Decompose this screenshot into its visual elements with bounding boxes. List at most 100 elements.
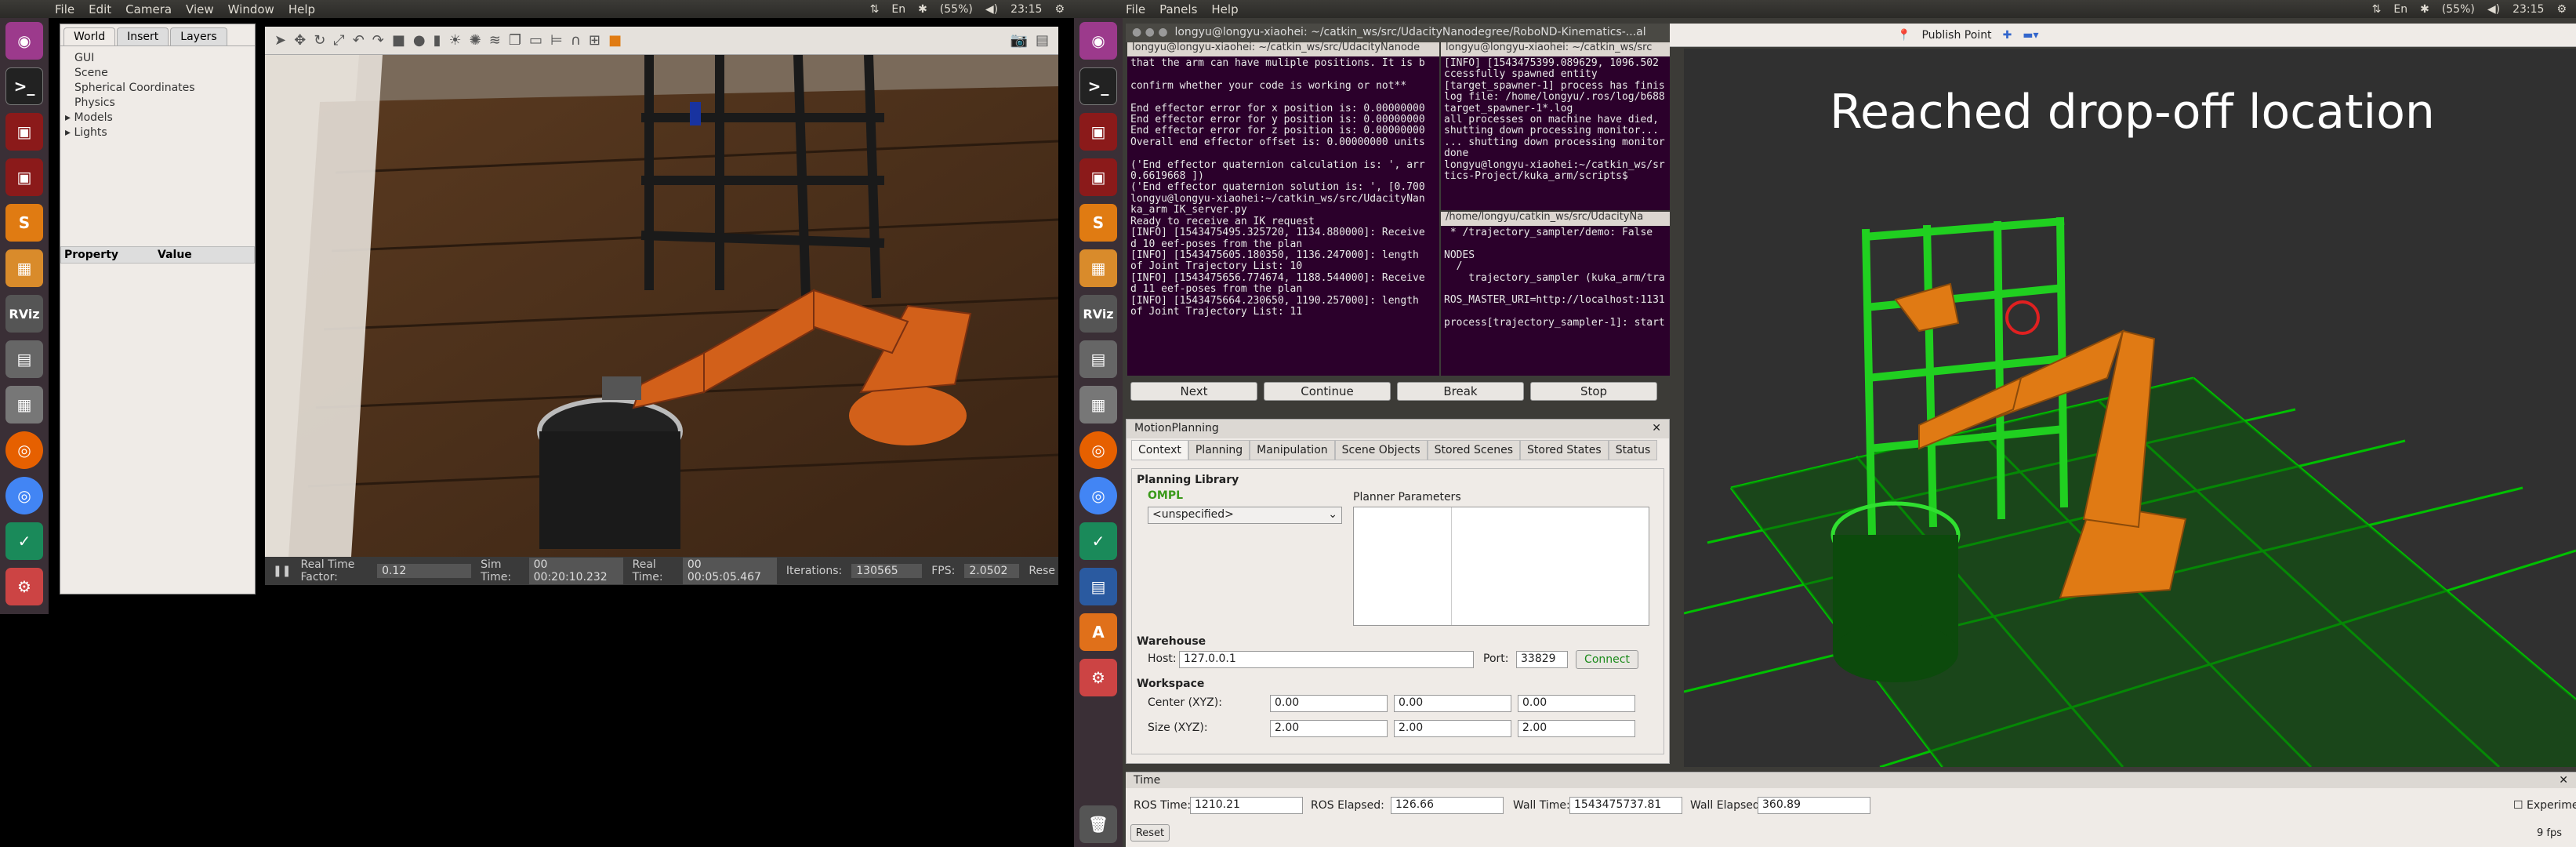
sun-icon[interactable]: ☀	[449, 32, 462, 49]
clock[interactable]: 23:15	[1010, 3, 1042, 16]
files-icon[interactable]: ▤	[1079, 340, 1117, 378]
publish-point-button[interactable]: Publish Point	[1921, 29, 1991, 42]
pointlight-icon[interactable]: ✺	[470, 32, 481, 49]
volume-icon[interactable]: ◀)	[985, 3, 998, 16]
keyboard-indicator[interactable]: En	[2393, 3, 2407, 16]
publish-point-icon[interactable]: 📍	[1897, 29, 1910, 42]
tab-world[interactable]: World	[63, 27, 116, 45]
gazebo-icon[interactable]: ▦	[1079, 249, 1117, 287]
add-tool-icon[interactable]: ✚	[2003, 29, 2012, 42]
terminal-pane-1[interactable]: longyu@longyu-xiaohei: ~/catkin_ws/src/U…	[1127, 42, 1439, 376]
tree-item-models[interactable]: ▸ Models	[65, 111, 241, 125]
tab-insert[interactable]: Insert	[117, 27, 169, 45]
software-center-icon[interactable]: A	[1079, 613, 1117, 651]
keyboard-indicator[interactable]: En	[891, 3, 905, 16]
copy-icon[interactable]: ❐	[509, 32, 521, 49]
tab-planning[interactable]: Planning	[1188, 440, 1250, 460]
select-icon[interactable]: ➤	[274, 32, 286, 49]
center-x-input[interactable]: 0.00	[1270, 695, 1388, 712]
align-icon[interactable]: ⊨	[550, 32, 563, 49]
stop-button[interactable]: Stop	[1530, 382, 1657, 401]
firefox-icon[interactable]: ◎	[1079, 431, 1117, 469]
ubuntu-icon[interactable]: ◉	[5, 22, 43, 60]
app-icon[interactable]: ▣	[1079, 113, 1117, 151]
gear-icon[interactable]: ⚙	[2556, 3, 2567, 16]
spotlight-icon[interactable]: ≋	[489, 32, 501, 49]
color-icon[interactable]: ■	[608, 32, 622, 49]
ros-time-value[interactable]: 1210.21	[1190, 797, 1303, 814]
tab-scene-objects[interactable]: Scene Objects	[1334, 440, 1428, 460]
scale-icon[interactable]: ⤢	[333, 32, 344, 49]
ros-elapsed-value[interactable]: 126.66	[1391, 797, 1504, 814]
rviz-viewport[interactable]: Reached drop-off location	[1684, 49, 2576, 767]
translate-icon[interactable]: ✥	[294, 32, 306, 49]
undo-icon[interactable]: ↶	[353, 32, 365, 49]
terminal-icon[interactable]: >_	[5, 67, 43, 105]
terminal-icon[interactable]: >_	[1079, 67, 1117, 105]
reset-button[interactable]: Reset	[1130, 824, 1170, 842]
app-icon[interactable]: ✓	[1079, 522, 1117, 560]
continue-button[interactable]: Continue	[1264, 382, 1391, 401]
gear-icon[interactable]: ⚙	[1054, 3, 1065, 16]
firefox-icon[interactable]: ◎	[5, 431, 43, 469]
settings-icon[interactable]: ⚙	[5, 568, 43, 605]
menu-edit[interactable]: Edit	[89, 2, 111, 16]
redo-icon[interactable]: ↷	[372, 32, 384, 49]
box-icon[interactable]: ■	[392, 32, 405, 49]
tab-status[interactable]: Status	[1608, 440, 1658, 460]
center-z-input[interactable]: 0.00	[1518, 695, 1635, 712]
snap-icon[interactable]: ∩	[571, 32, 581, 49]
document-icon[interactable]: ▤	[1079, 568, 1117, 605]
tab-stored-states[interactable]: Stored States	[1520, 440, 1609, 460]
close-icon[interactable]: ✕	[1652, 422, 1661, 436]
chrome-icon[interactable]: ◎	[5, 477, 43, 514]
calculator-icon[interactable]: ▦	[1079, 386, 1117, 424]
pause-icon[interactable]: ❚❚	[273, 565, 291, 577]
experimental-checkbox[interactable]: ☐ Experimental	[2513, 799, 2576, 812]
menu-file[interactable]: File	[55, 2, 74, 16]
ubuntu-icon[interactable]: ◉	[1079, 22, 1117, 60]
center-y-input[interactable]: 0.00	[1394, 695, 1511, 712]
planner-params-table[interactable]	[1353, 507, 1649, 626]
network-icon[interactable]: ⇅	[870, 3, 880, 16]
menu-camera[interactable]: Camera	[125, 2, 172, 16]
tree-item-physics[interactable]: Physics	[74, 96, 241, 111]
wall-time-value[interactable]: 1543475737.81	[1569, 797, 1682, 814]
gazebo-icon[interactable]: ▦	[5, 249, 43, 287]
bluetooth-icon[interactable]: ✱	[2420, 3, 2429, 16]
connect-button[interactable]: Connect	[1576, 650, 1638, 669]
calculator-icon[interactable]: ▦	[5, 386, 43, 424]
trash-icon[interactable]: 🗑	[1079, 805, 1117, 843]
battery-status[interactable]: (55%)	[2442, 3, 2475, 16]
rotate-icon[interactable]: ↻	[314, 32, 325, 49]
menu-view[interactable]: View	[186, 2, 214, 16]
tab-stored-scenes[interactable]: Stored Scenes	[1427, 440, 1520, 460]
paste-icon[interactable]: ▭	[529, 32, 542, 49]
app-icon[interactable]: ▣	[5, 158, 43, 196]
bluetooth-icon[interactable]: ✱	[918, 3, 927, 16]
next-button[interactable]: Next	[1130, 382, 1257, 401]
gazebo-viewport[interactable]	[265, 55, 1058, 557]
tab-manipulation[interactable]: Manipulation	[1250, 440, 1335, 460]
break-button[interactable]: Break	[1397, 382, 1524, 401]
settings-icon[interactable]: ⚙	[1079, 659, 1117, 696]
wall-elapsed-value[interactable]: 360.89	[1758, 797, 1870, 814]
menu-window[interactable]: Window	[228, 2, 274, 16]
rviz-icon[interactable]: RViz	[1079, 295, 1117, 333]
terminal-pane-2[interactable]: longyu@longyu-xiaohei: ~/catkin_ws/src […	[1441, 42, 1670, 210]
menu-help[interactable]: Help	[288, 2, 315, 16]
network-icon[interactable]: ⇅	[2372, 3, 2382, 16]
tree-item-lights[interactable]: ▸ Lights	[65, 125, 241, 140]
close-icon[interactable]: ✕	[2559, 774, 2568, 787]
size-y-input[interactable]: 2.00	[1394, 720, 1511, 737]
record-icon[interactable]: ▤	[1036, 32, 1049, 49]
menu-file[interactable]: File	[1126, 2, 1145, 16]
window-controls[interactable]: ● ● ●	[1132, 26, 1174, 38]
remove-tool-icon[interactable]: ▬▾	[2023, 29, 2038, 42]
volume-icon[interactable]: ◀)	[2487, 3, 2500, 16]
joint-icon[interactable]: ⊞	[589, 32, 600, 49]
sublime-icon[interactable]: S	[5, 204, 43, 242]
rviz-icon[interactable]: RViz	[5, 295, 43, 333]
tab-context[interactable]: Context	[1131, 440, 1188, 460]
sublime-icon[interactable]: S	[1079, 204, 1117, 242]
